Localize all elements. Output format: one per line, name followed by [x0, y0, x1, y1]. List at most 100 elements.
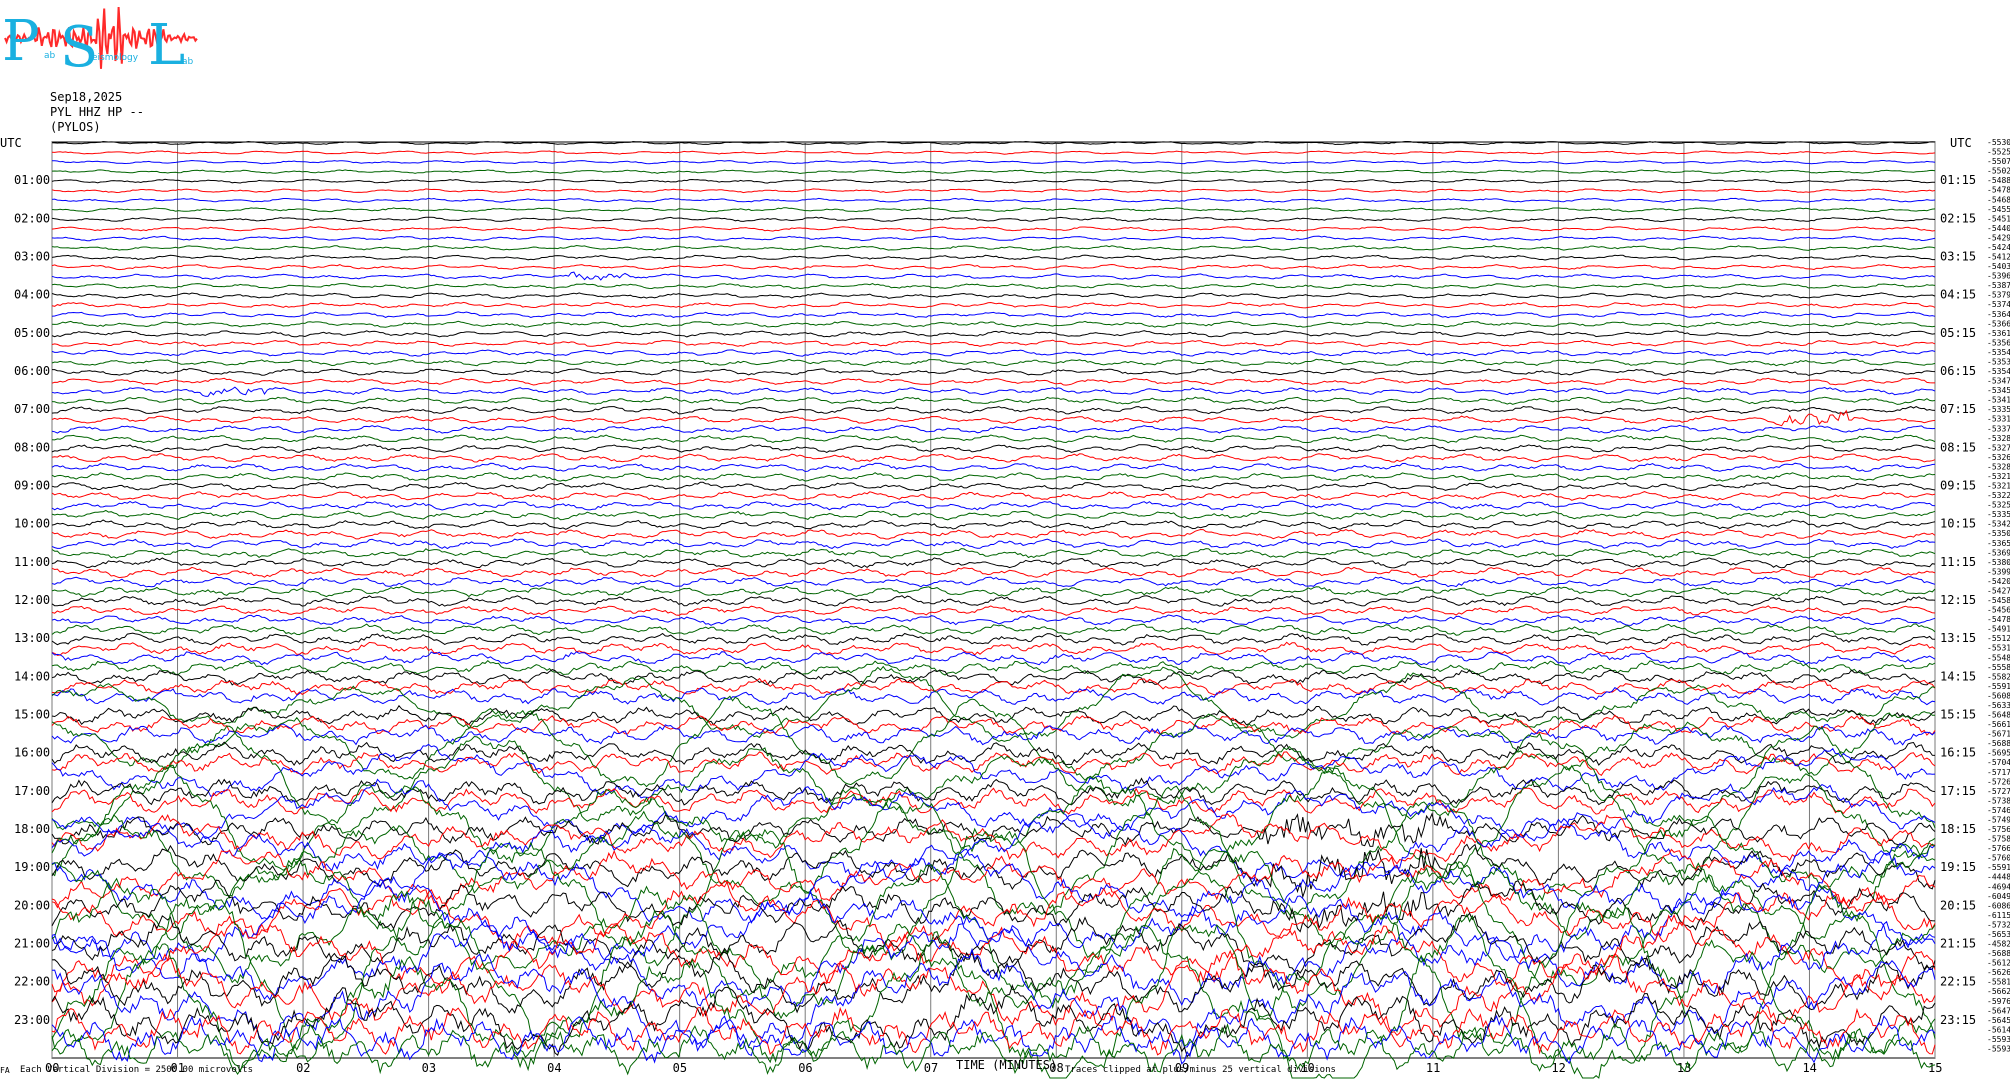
seismic-trace: [51, 386, 1936, 397]
seismic-trace: [51, 254, 1935, 261]
seismic-trace: [51, 566, 1936, 579]
seismic-trace: [52, 159, 1936, 165]
trace-offset-label: -5661: [1987, 720, 2010, 729]
trace-offset-label: -5758: [1987, 835, 2010, 844]
left-axis-label: UTC: [0, 136, 22, 150]
seismic-trace: [51, 377, 1935, 386]
seismic-trace: [51, 538, 1936, 550]
trace-offset-label: -4694: [1987, 882, 2010, 891]
x-tick-label: 03: [422, 1061, 436, 1075]
trace-offset-label: -5593: [1987, 1035, 2010, 1044]
trace-offset-label: -5548: [1987, 653, 2010, 662]
seismic-trace: [51, 282, 1936, 290]
trace-offset-label: -5593: [1987, 1044, 2010, 1053]
seismic-trace: [51, 169, 1936, 175]
seismic-trace: [51, 595, 1936, 607]
trace-offset-label: -5468: [1987, 195, 2010, 204]
trace-offset-label: -5427: [1987, 586, 2010, 595]
trace-offset-label: -6049: [1987, 892, 2010, 901]
hour-label-right: 15:15: [1940, 708, 1976, 722]
trace-offset-label: -5766: [1987, 844, 2010, 853]
seismic-trace: [51, 292, 1936, 299]
hour-label-right: 10:15: [1940, 517, 1976, 531]
hour-label-left: 01:00: [14, 173, 50, 187]
seismic-trace: [51, 651, 1936, 666]
seismic-trace: [51, 848, 1936, 924]
trace-offset-label: -5530: [1987, 138, 2010, 147]
hour-label-right: 16:15: [1940, 746, 1976, 760]
x-tick-label: 14: [1802, 1061, 1816, 1075]
trace-offset-label: -5732: [1987, 920, 2010, 929]
trace-offset-label: -5648: [1987, 711, 2010, 720]
trace-offset-label: -5458: [1987, 596, 2010, 605]
trace-offset-label: -5354: [1987, 348, 2010, 357]
seismic-trace: [51, 614, 1936, 626]
trace-offset-label: -5403: [1987, 262, 2010, 271]
trace-offset-label: -5379: [1987, 291, 2010, 300]
trace-offset-label: -5531: [1987, 644, 2010, 653]
hour-label-right: 11:15: [1940, 555, 1976, 569]
trace-offset-label: -5738: [1987, 796, 2010, 805]
trace-offset-label: -5322: [1987, 491, 2010, 500]
trace-offset-label: -5424: [1987, 243, 2010, 252]
trace-offset-label: -5455: [1987, 205, 2010, 214]
trace-offset-label: -5582: [1987, 672, 2010, 681]
hour-label-left: 23:00: [14, 1013, 50, 1027]
trace-offset-label: -5345: [1987, 386, 2010, 395]
trace-offset-label: -5653: [1987, 930, 2010, 939]
trace-offset-label: -5695: [1987, 749, 2010, 758]
seismic-trace: [51, 509, 1936, 521]
seismic-trace: [51, 320, 1936, 328]
hour-label-left: 02:00: [14, 211, 50, 225]
hour-label-right: 05:15: [1940, 326, 1976, 340]
seismic-trace: [51, 827, 1936, 967]
x-tick-label: 05: [673, 1061, 687, 1075]
trace-offset-label: -5704: [1987, 758, 2010, 767]
trace-offset-label: -5387: [1987, 281, 2010, 290]
seismic-trace: [51, 443, 1936, 454]
trace-offset-label: -5341: [1987, 396, 2010, 405]
hour-label-left: 04:00: [14, 288, 50, 302]
trace-offset-label: -5451: [1987, 214, 2010, 223]
trace-offset-label: -5502: [1987, 167, 2010, 176]
seismic-trace: [51, 695, 1936, 788]
trace-offset-label: -5342: [1987, 520, 2010, 529]
trace-offset-label: -5429: [1987, 233, 2010, 242]
trace-offset-label: -5581: [1987, 978, 2010, 987]
trace-offset-label: -5662: [1987, 987, 2010, 996]
hour-label-right: 17:15: [1940, 784, 1976, 798]
hour-label-right: 19:15: [1940, 860, 1976, 874]
trace-offset-label: -5353: [1987, 357, 2010, 366]
x-tick-label: 04: [547, 1061, 561, 1075]
seismic-trace: [51, 585, 1936, 598]
seismic-trace: [51, 396, 1936, 405]
hour-label-right: 07:15: [1940, 402, 1976, 416]
seismic-trace: [51, 491, 1936, 501]
trace-offset-label: -5645: [1987, 1016, 2010, 1025]
trace-offset-label: -5325: [1987, 501, 2010, 510]
seismic-trace: [51, 330, 1936, 338]
trace-offset-label: -5412: [1987, 253, 2010, 262]
hour-label-right: 08:15: [1940, 440, 1976, 454]
trace-offset-label: -4448: [1987, 873, 2010, 882]
seismic-trace: [51, 226, 1936, 232]
seismic-trace: [51, 244, 1936, 251]
trace-offset-label: -5612: [1987, 959, 2010, 968]
hour-label-right: 09:15: [1940, 479, 1976, 493]
trace-offset-label: -5347: [1987, 377, 2010, 386]
trace-offset-label: -5326: [1987, 453, 2010, 462]
seismic-trace: [51, 913, 1936, 1079]
trace-offset-label: -5491: [1987, 625, 2010, 634]
seismic-trace: [51, 481, 1936, 492]
seismic-trace: [51, 301, 1936, 309]
seismic-trace: [51, 500, 1936, 511]
seismic-trace: [51, 669, 1936, 686]
trace-offset-label: -6115: [1987, 911, 2010, 920]
seismic-trace: [51, 339, 1936, 348]
trace-offset-label: -5671: [1987, 730, 2010, 739]
seismic-trace: [51, 462, 1936, 473]
seismic-traces: [51, 140, 1936, 1079]
seismic-trace: [51, 405, 1936, 415]
trace-offset-label: -5633: [1987, 701, 2010, 710]
hour-label-left: 07:00: [14, 402, 50, 416]
